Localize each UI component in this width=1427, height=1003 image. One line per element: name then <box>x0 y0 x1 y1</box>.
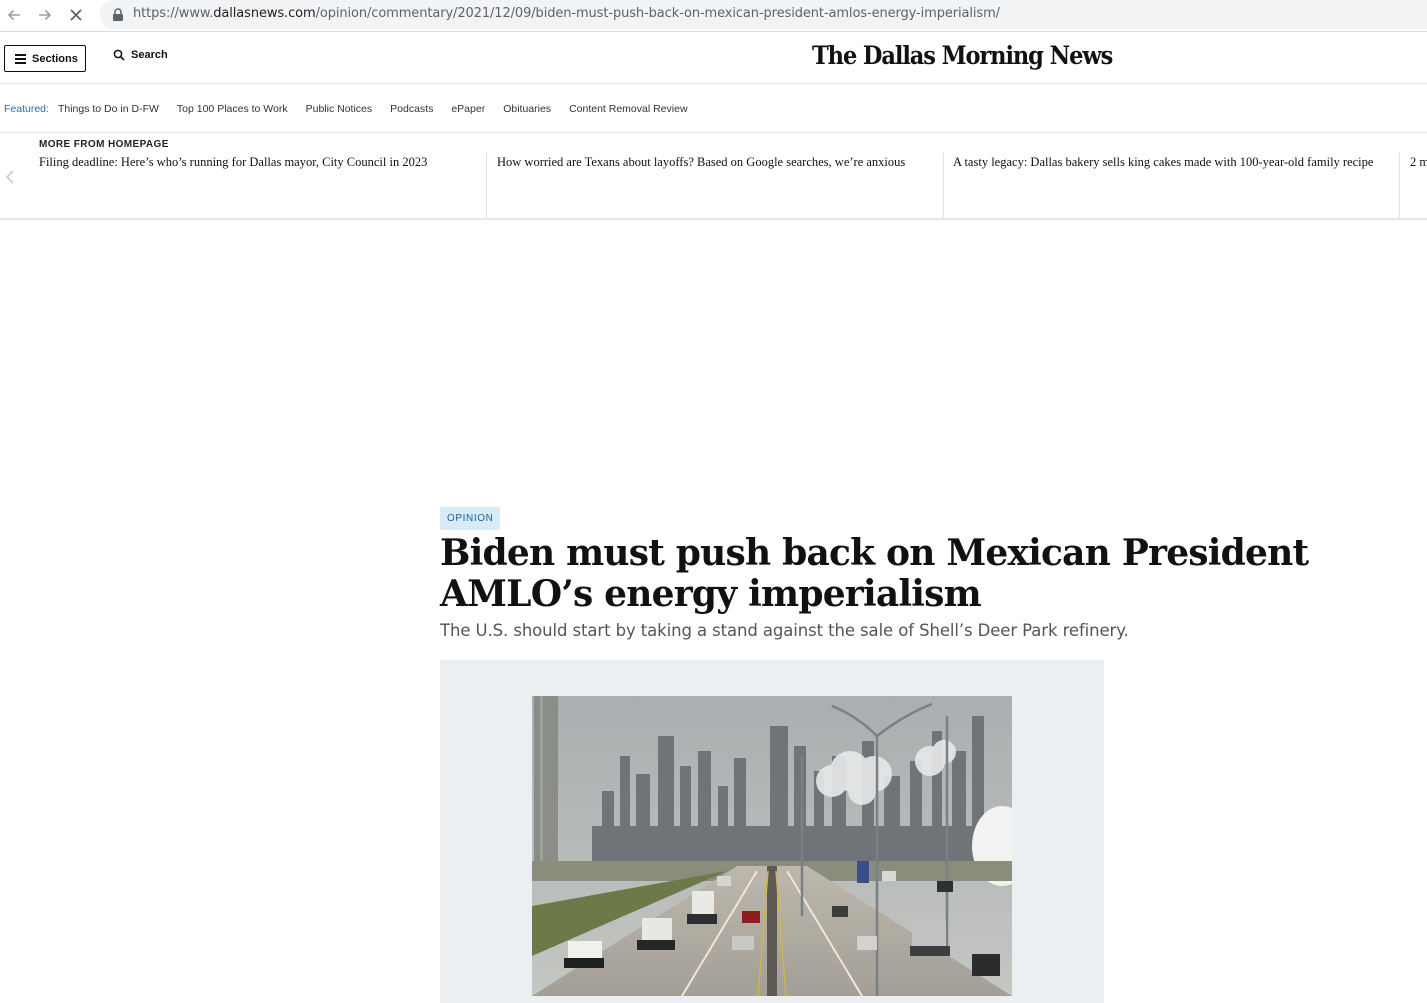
sections-button[interactable]: Sections <box>4 45 86 72</box>
stop-loading-button[interactable] <box>64 4 88 26</box>
masthead-logo[interactable]: The Dallas Morning News <box>812 41 1113 70</box>
browser-toolbar: https://www.dallasnews.com/opinion/comme… <box>0 0 1427 32</box>
featured-link-podcasts[interactable]: Podcasts <box>390 103 433 115</box>
hamburger-icon <box>15 54 26 64</box>
refinery-highway-photo <box>532 696 1012 996</box>
article-photo-container <box>440 660 1104 1003</box>
homepage-headline-link[interactable]: Filing deadline: Here’s who’s running fo… <box>39 154 479 220</box>
url-host: dallasnews.com <box>213 6 316 21</box>
url-text: https://www.dallasnews.com/opinion/comme… <box>133 6 1000 21</box>
sections-label: Sections <box>32 52 78 65</box>
url-prefix: https://www. <box>133 6 214 21</box>
article-photo[interactable] <box>532 696 1012 996</box>
address-bar[interactable]: https://www.dallasnews.com/opinion/comme… <box>100 0 1427 29</box>
url-path: /opinion/commentary/2021/12/09/biden-mus… <box>315 6 1000 21</box>
search-label: Search <box>131 49 168 61</box>
opinion-tag[interactable]: OPINION <box>440 507 501 530</box>
more-from-homepage: MORE FROM HOMEPAGE Filing deadline: Here… <box>0 134 1427 220</box>
featured-bar: Featured: Things to Do in D-FW Top 100 P… <box>0 85 1427 133</box>
site-header: Sections Search The Dallas Morning News <box>0 33 1427 84</box>
arrow-right-icon <box>39 9 52 21</box>
homepage-headline-link[interactable]: How worried are Texans about layoffs? Ba… <box>497 154 937 220</box>
featured-link-public-notices[interactable]: Public Notices <box>306 103 373 115</box>
featured-link-things-to-do[interactable]: Things to Do in D-FW <box>58 103 159 115</box>
featured-link-content-removal[interactable]: Content Removal Review <box>569 103 687 115</box>
article-subheadline: The U.S. should start by taking a stand … <box>440 621 1129 640</box>
search-button[interactable]: Search <box>113 49 168 61</box>
homepage-headline-link[interactable]: A tasty legacy: Dallas bakery sells king… <box>953 154 1393 220</box>
featured-link-obituaries[interactable]: Obituaries <box>503 103 551 115</box>
homepage-headline-link[interactable]: 2 m <box>1410 154 1427 220</box>
back-button[interactable] <box>2 4 26 26</box>
divider <box>943 153 944 219</box>
arrow-left-icon <box>7 9 20 21</box>
close-icon <box>70 9 82 21</box>
divider <box>1399 153 1400 219</box>
featured-link-top-100[interactable]: Top 100 Places to Work <box>177 103 288 115</box>
search-icon <box>113 49 125 61</box>
more-from-homepage-label: MORE FROM HOMEPAGE <box>39 139 169 150</box>
featured-link-epaper[interactable]: ePaper <box>451 103 485 115</box>
featured-label: Featured: <box>4 102 49 115</box>
lock-icon <box>113 8 123 21</box>
chevron-left-icon[interactable] <box>3 168 17 186</box>
forward-button[interactable] <box>33 4 57 26</box>
divider <box>486 153 487 219</box>
article-headline: Biden must push back on Mexican Presiden… <box>440 532 1309 615</box>
